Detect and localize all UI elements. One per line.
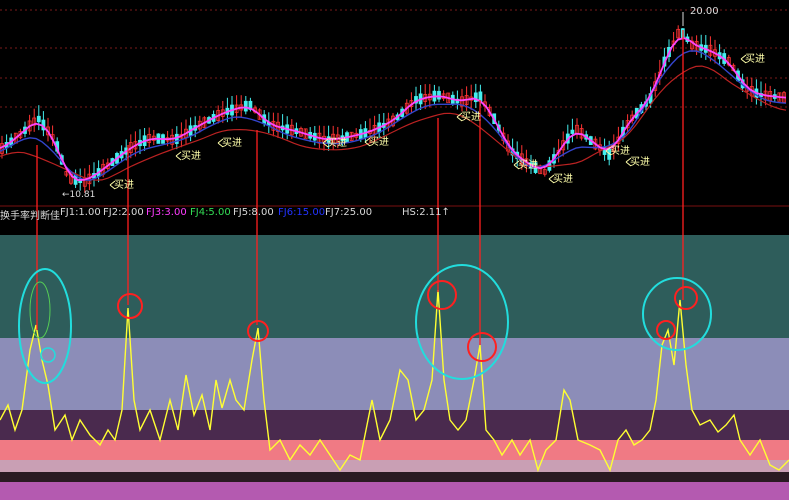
stock-chart-window: 20.00 ←10.81 换手率判断佳 FJ1:1.00 FJ2:2.00 FJ… xyxy=(0,0,789,500)
ma-short-line xyxy=(0,37,787,182)
price-low-label: ←10.81 xyxy=(62,190,96,200)
band-magenta xyxy=(0,482,789,500)
buy-signal: 买进 xyxy=(327,138,347,149)
buy-signal: 买进 xyxy=(461,112,481,123)
candle-body xyxy=(174,133,179,144)
band-dark xyxy=(0,472,789,482)
price-high-label: 20.00 xyxy=(690,6,719,17)
buy-signal: 买进 xyxy=(553,174,573,185)
band-pink xyxy=(0,460,789,472)
buy-signal: 买进 xyxy=(369,137,389,148)
indicator-fj4: FJ4:5.00 xyxy=(190,207,231,218)
candle-body xyxy=(570,129,575,134)
buy-signal: 买进 xyxy=(630,157,650,168)
buy-signal: 买进 xyxy=(610,146,630,157)
indicator-fj7: FJ7:25.00 xyxy=(325,207,373,218)
candle-body xyxy=(243,100,248,112)
hs-value: HS:2.11↑ xyxy=(402,207,450,218)
buy-signal: 买进 xyxy=(181,151,201,162)
buy-signal: 买进 xyxy=(518,160,538,171)
band-salmon xyxy=(0,440,789,460)
candle-body xyxy=(36,115,41,123)
candle-body xyxy=(437,90,441,100)
chart-canvas[interactable] xyxy=(0,0,789,500)
indicator-fj5: FJ5:8.00 xyxy=(233,207,274,218)
buy-signal: 买进 xyxy=(114,180,134,191)
buy-signal: 买进 xyxy=(745,54,765,65)
indicator-fj2: FJ2:2.00 xyxy=(103,207,144,218)
indicator-fj6: FJ6:15.00 xyxy=(278,207,326,218)
buy-signal: 买进 xyxy=(222,138,242,149)
indicator-fj3: FJ3:3.00 xyxy=(146,207,187,218)
indicator-name: 换手率判断佳 xyxy=(0,211,60,222)
indicator-fj1: FJ1:1.00 xyxy=(60,207,101,218)
